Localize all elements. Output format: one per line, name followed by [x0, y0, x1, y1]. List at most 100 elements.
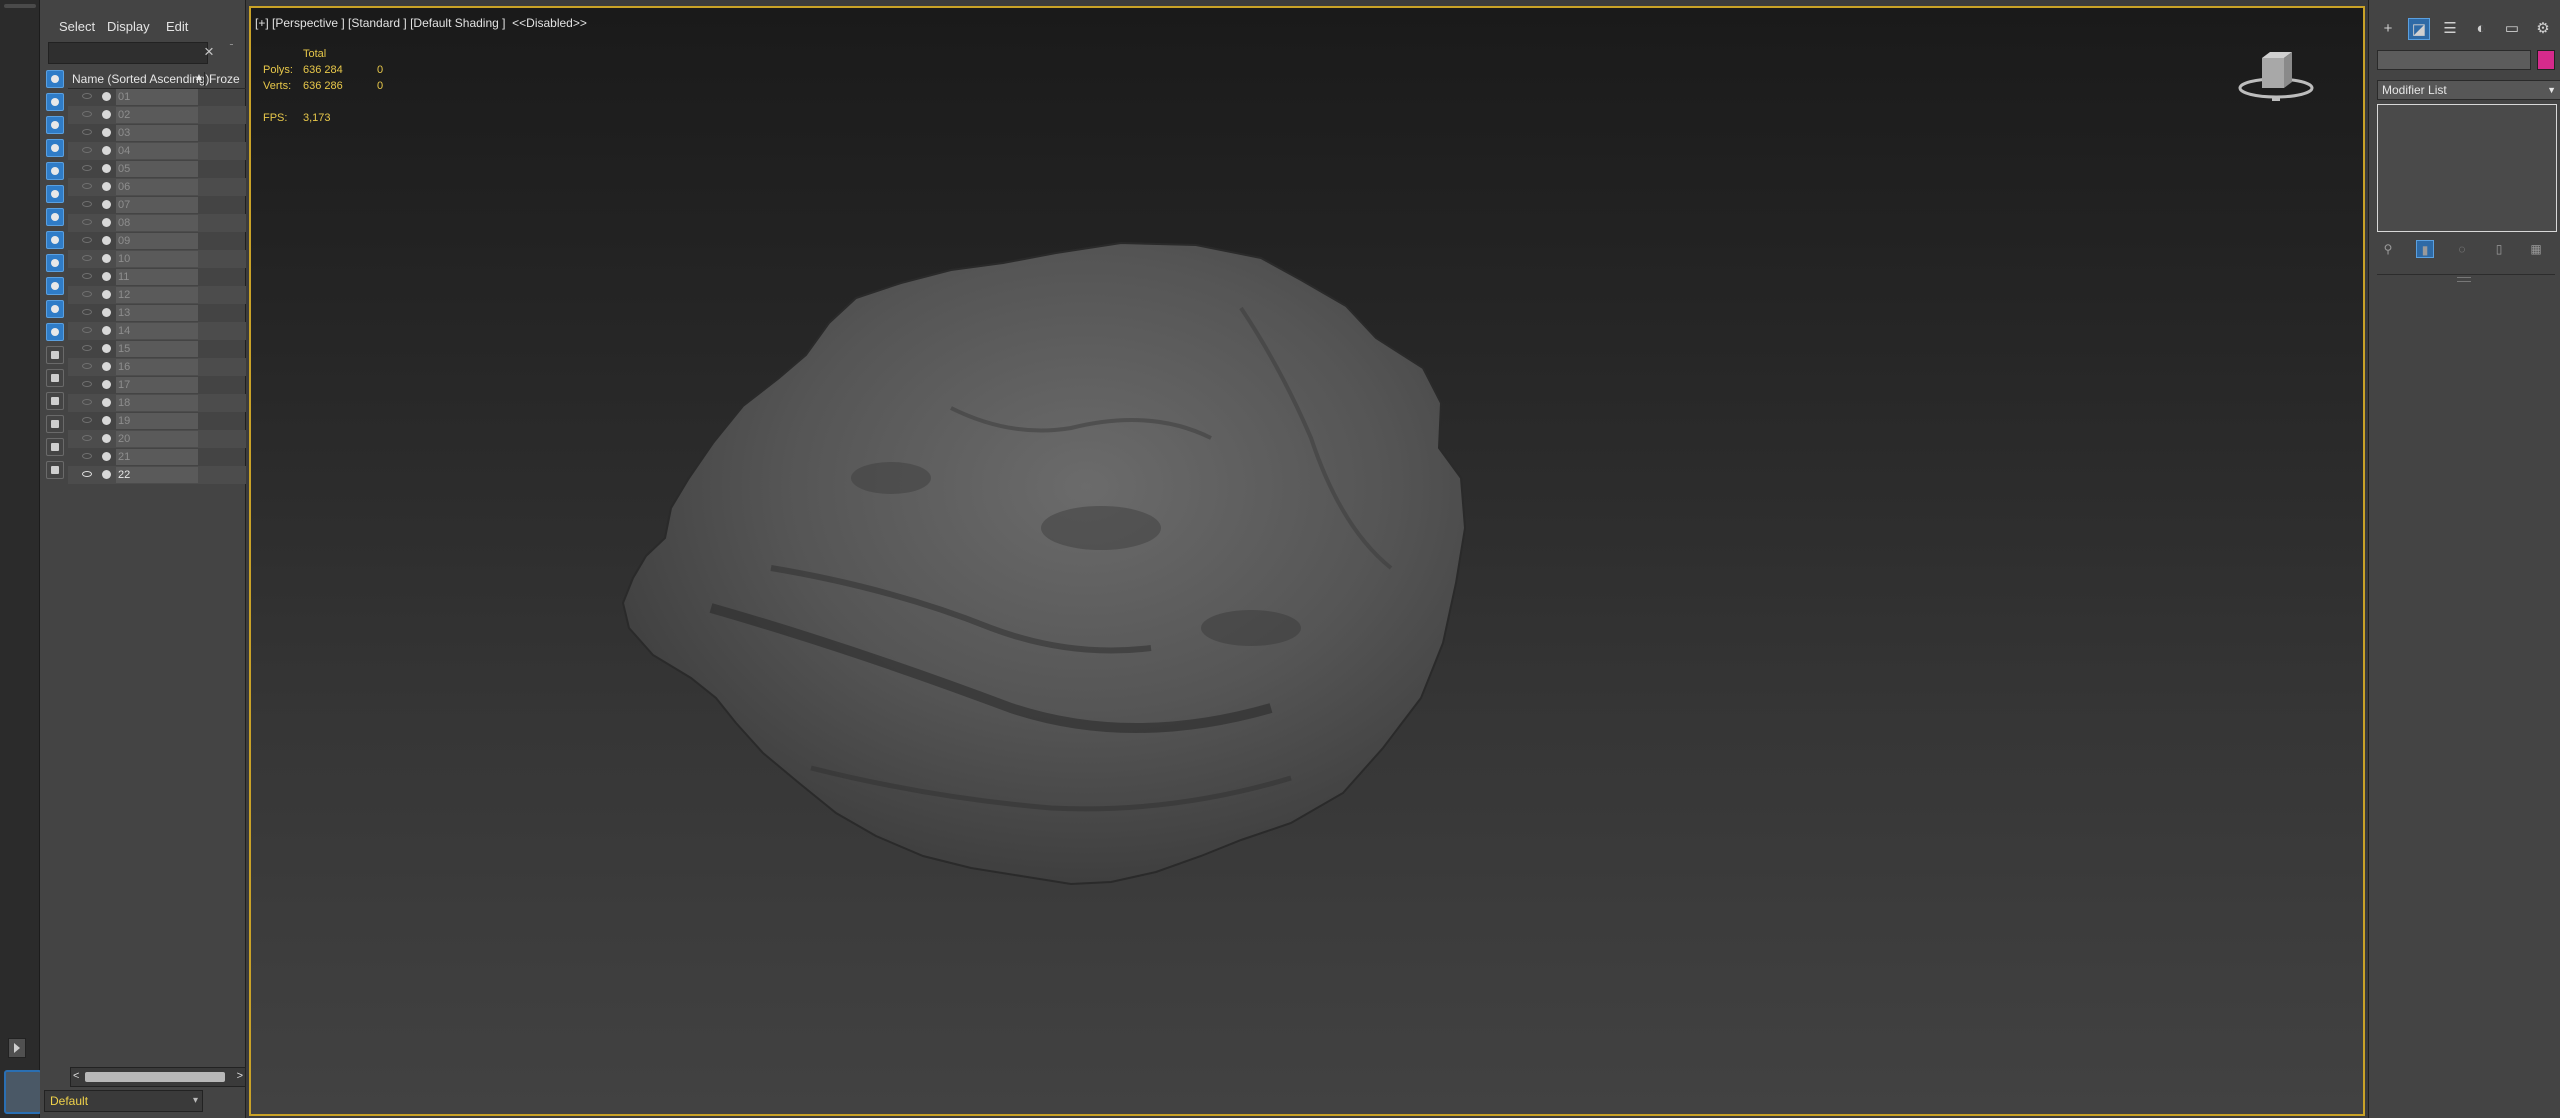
display-tab-icon[interactable]: ▭	[2501, 18, 2523, 40]
bones-filter-icon[interactable]	[46, 254, 64, 272]
search-input[interactable]	[48, 42, 208, 64]
list-item[interactable]: 08	[68, 214, 246, 232]
visibility-eye-icon[interactable]	[82, 417, 92, 423]
toolbar-grip[interactable]	[4, 4, 36, 8]
pin-icon[interactable]: ╴	[230, 40, 240, 51]
hierarchy-tab-icon[interactable]: ☰	[2439, 18, 2461, 40]
scroll-right-icon[interactable]: >	[237, 1070, 243, 1082]
list-item[interactable]: 09	[68, 232, 246, 250]
visibility-eye-icon[interactable]	[82, 399, 92, 405]
horizontal-scrollbar[interactable]: < >	[70, 1067, 246, 1087]
pin-stack-icon[interactable]: ⚲	[2379, 240, 2397, 258]
list-item[interactable]: 06	[68, 178, 246, 196]
invert-selection-icon[interactable]	[46, 392, 64, 410]
viewport-label[interactable]: [+] [Perspective ] [Standard ] [Default …	[255, 16, 587, 30]
list-item[interactable]: 05	[68, 160, 246, 178]
geometry-filter-icon[interactable]	[46, 70, 64, 88]
list-item[interactable]: 13	[68, 304, 246, 322]
visibility-eye-icon[interactable]	[82, 435, 92, 441]
hidden-filter-icon[interactable]	[46, 323, 64, 341]
visibility-eye-icon[interactable]	[82, 471, 92, 477]
list-item[interactable]: 11	[68, 268, 246, 286]
create-tab-icon[interactable]: +	[2377, 18, 2399, 40]
object-name-field[interactable]	[2377, 50, 2531, 70]
select-none-icon[interactable]	[46, 369, 64, 387]
visibility-eye-icon[interactable]	[82, 453, 92, 459]
space-warps-filter-icon[interactable]	[46, 185, 64, 203]
list-item[interactable]: 16	[68, 358, 246, 376]
perspective-viewport[interactable]: [+] [Perspective ] [Standard ] [Default …	[249, 6, 2365, 1116]
list-item[interactable]: 20	[68, 430, 246, 448]
rollout-grip[interactable]	[2457, 277, 2471, 282]
visibility-eye-icon[interactable]	[82, 201, 92, 207]
modifier-stack[interactable]	[2377, 104, 2557, 232]
scrollbar-thumb[interactable]	[85, 1072, 225, 1082]
visibility-eye-icon[interactable]	[82, 291, 92, 297]
layer-dropdown[interactable]: Default ▾	[44, 1090, 203, 1112]
motion-tab-icon[interactable]: ◐	[2470, 18, 2492, 40]
show-end-result-icon[interactable]: ▮	[2416, 240, 2434, 258]
list-item[interactable]: 03	[68, 124, 246, 142]
visibility-eye-icon[interactable]	[82, 345, 92, 351]
modifier-list-dropdown[interactable]: Modifier List ▼	[2377, 80, 2560, 100]
visibility-eye-icon[interactable]	[82, 255, 92, 261]
visibility-eye-icon[interactable]	[82, 327, 92, 333]
menu-display[interactable]: Display	[107, 19, 150, 34]
helpers-filter-icon[interactable]	[46, 162, 64, 180]
rock-mesh[interactable]	[251, 8, 2363, 1114]
list-item[interactable]: 21	[68, 448, 246, 466]
list-item[interactable]: 07	[68, 196, 246, 214]
menu-select[interactable]: Select	[59, 19, 95, 34]
frozen-filter-icon[interactable]	[46, 300, 64, 318]
column-header-name[interactable]: Name (Sorted Ascending)	[72, 72, 209, 86]
scroll-left-icon[interactable]: <	[73, 1070, 79, 1082]
lights-filter-icon[interactable]	[46, 116, 64, 134]
list-item[interactable]: 18	[68, 394, 246, 412]
list-item[interactable]: 04	[68, 142, 246, 160]
viewport-thumbnail[interactable]	[4, 1070, 42, 1114]
menu-edit[interactable]: Edit	[166, 19, 188, 34]
list-item[interactable]: 19	[68, 412, 246, 430]
visibility-eye-icon[interactable]	[82, 381, 92, 387]
object-color-swatch[interactable]	[2537, 50, 2555, 70]
visibility-eye-icon[interactable]	[82, 165, 92, 171]
list-item[interactable]: 15	[68, 340, 246, 358]
viewcube-icon[interactable]	[2236, 44, 2316, 104]
containers-filter-icon[interactable]	[46, 277, 64, 295]
column-header-frozen[interactable]: Froze	[204, 72, 240, 86]
play-icon[interactable]	[8, 1038, 26, 1058]
filter-icon[interactable]	[46, 438, 64, 456]
display-children-icon[interactable]	[46, 415, 64, 433]
visibility-eye-icon[interactable]	[82, 129, 92, 135]
visibility-eye-icon[interactable]	[82, 363, 92, 369]
visibility-eye-icon[interactable]	[82, 309, 92, 315]
visibility-eye-icon[interactable]	[82, 183, 92, 189]
utilities-tab-icon[interactable]: ⚙	[2532, 18, 2554, 40]
list-item[interactable]: 10	[68, 250, 246, 268]
xrefs-filter-icon[interactable]	[46, 231, 64, 249]
groups-filter-icon[interactable]	[46, 208, 64, 226]
modify-tab-icon[interactable]: ◪	[2408, 18, 2430, 40]
remove-modifier-icon[interactable]: ▯	[2490, 240, 2508, 258]
object-name: 01	[118, 91, 131, 103]
cameras-filter-icon[interactable]	[46, 139, 64, 157]
chevron-down-icon: ▾	[192, 1095, 198, 1106]
select-all-icon[interactable]	[46, 346, 64, 364]
visibility-eye-icon[interactable]	[82, 237, 92, 243]
clear-search-icon[interactable]: ×	[200, 42, 218, 62]
list-item[interactable]: 17	[68, 376, 246, 394]
layers-icon[interactable]	[46, 461, 64, 479]
list-item[interactable]: 14	[68, 322, 246, 340]
visibility-eye-icon[interactable]	[82, 147, 92, 153]
list-item[interactable]: 02	[68, 106, 246, 124]
shapes-filter-icon[interactable]	[46, 93, 64, 111]
configure-modifier-sets-icon[interactable]: ▦	[2527, 240, 2545, 258]
make-unique-icon[interactable]: ◌	[2453, 240, 2471, 258]
list-item[interactable]: 12	[68, 286, 246, 304]
visibility-eye-icon[interactable]	[82, 273, 92, 279]
visibility-eye-icon[interactable]	[82, 93, 92, 99]
list-item[interactable]: 01	[68, 88, 246, 106]
visibility-eye-icon[interactable]	[82, 111, 92, 117]
visibility-eye-icon[interactable]	[82, 219, 92, 225]
list-item[interactable]: 22	[68, 466, 246, 484]
